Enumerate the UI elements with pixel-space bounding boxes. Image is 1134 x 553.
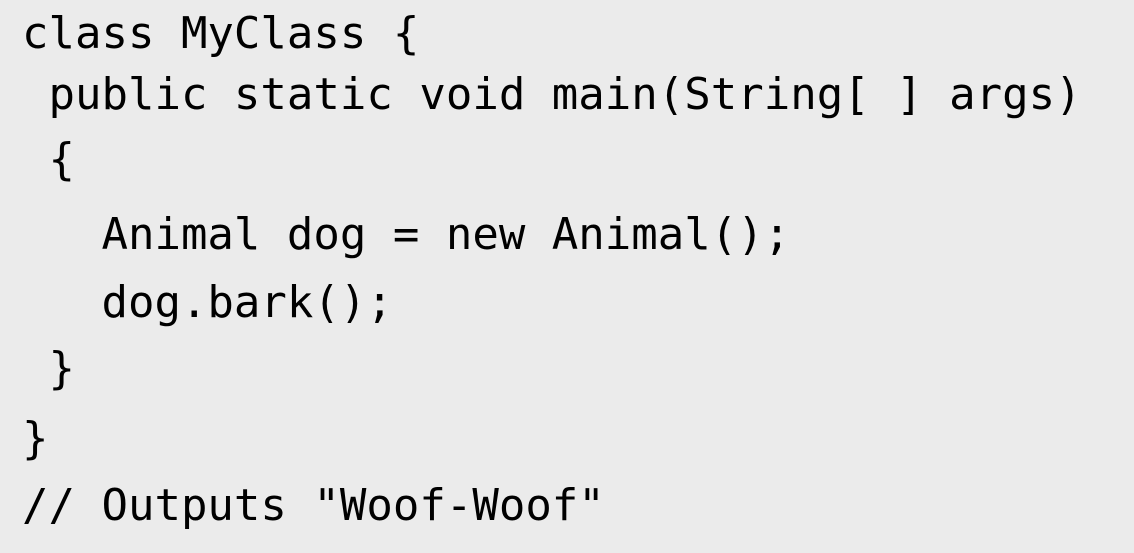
code-line-method-close-brace: } bbox=[22, 343, 75, 394]
code-line-main-method-signature: public static void main(String[ ] args) bbox=[22, 69, 1082, 120]
code-line-class-declaration: class MyClass { bbox=[22, 8, 420, 59]
code-line-method-open-brace: { bbox=[22, 134, 75, 185]
code-line-bark-call: dog.bark(); bbox=[22, 277, 393, 328]
code-snippet: class MyClass { public static void main(… bbox=[0, 0, 1134, 553]
code-line-animal-instantiation: Animal dog = new Animal(); bbox=[22, 209, 791, 260]
code-line-output-comment: // Outputs "Woof-Woof" bbox=[22, 480, 605, 531]
code-line-class-close-brace: } bbox=[22, 413, 49, 464]
